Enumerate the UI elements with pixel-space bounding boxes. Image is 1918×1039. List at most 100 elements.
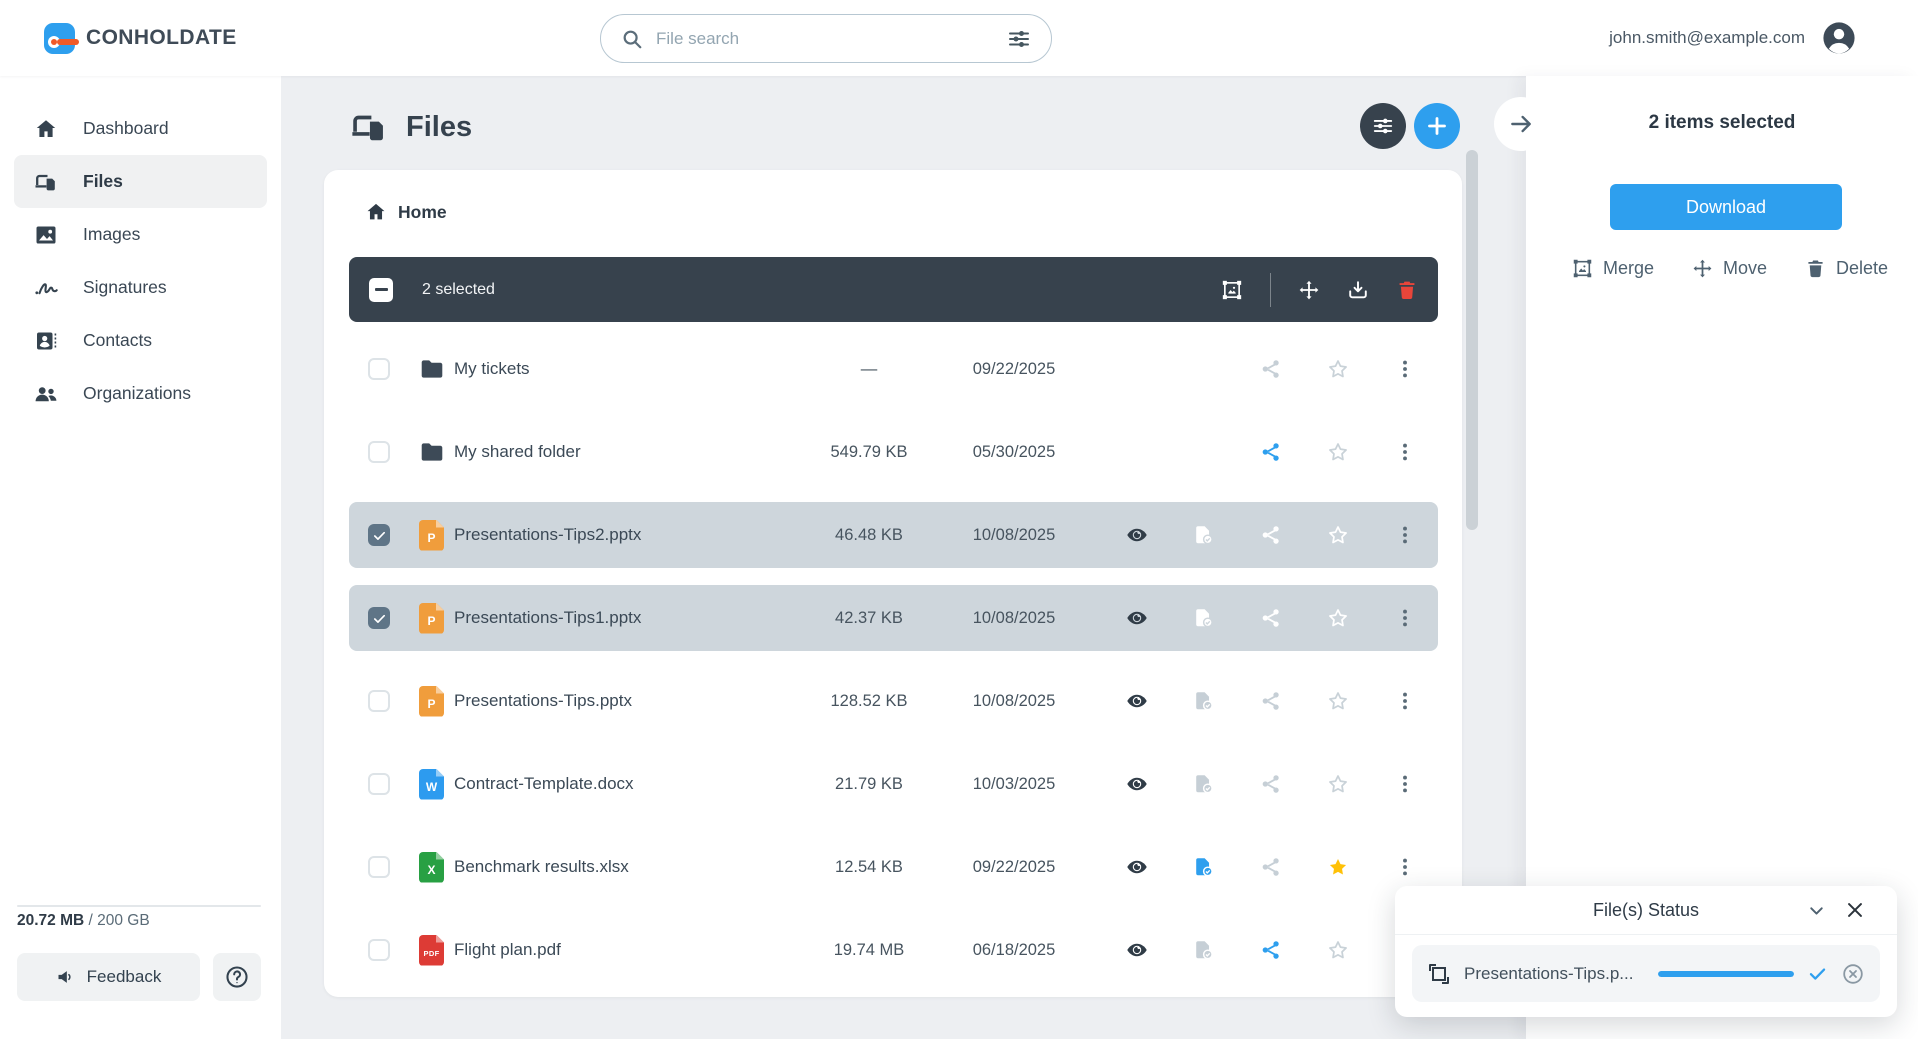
approve-doc-icon[interactable] [1171,690,1238,712]
favorite-star-icon[interactable] [1304,856,1371,878]
sidebar-item-files[interactable]: Files [14,155,267,208]
file-date: 10/08/2025 [972,691,1056,710]
file-row[interactable]: PDF Flight plan.pdf 19.74 MB 06/18/2025 [349,917,1438,983]
chevron-down-icon[interactable] [1806,900,1827,921]
preview-eye-icon[interactable] [1104,939,1171,961]
row-menu-icon[interactable] [1371,856,1438,878]
search-input[interactable] [656,28,994,49]
sidebar-divider [17,905,261,907]
preview-eye-icon[interactable] [1104,524,1171,546]
dismiss-task-icon[interactable] [1841,962,1865,986]
download-icon[interactable] [1347,279,1369,301]
merge-action[interactable]: Merge [1572,258,1654,279]
breadcrumb-home[interactable]: Home [365,201,447,223]
image-icon [34,223,58,247]
row-checkbox[interactable] [368,939,390,961]
complete-check-icon [1807,963,1828,984]
preview-eye-icon[interactable] [1104,607,1171,629]
check-icon [372,528,387,543]
row-menu-icon[interactable] [1371,441,1438,463]
row-checkbox[interactable] [368,856,390,878]
user-avatar[interactable] [1822,21,1856,55]
merge-files-icon[interactable] [1221,279,1243,301]
list-scrollbar[interactable] [1466,150,1478,530]
favorite-star-icon[interactable] [1304,358,1371,380]
feedback-button[interactable]: Feedback [17,953,200,1001]
file-name[interactable]: Presentations-Tips1.pptx [454,608,804,628]
arrow-right-icon [1508,111,1534,137]
sidebar-item-contacts[interactable]: Contacts [14,314,267,367]
search-icon [621,28,643,50]
approve-doc-icon[interactable] [1171,524,1238,546]
share-icon[interactable] [1238,939,1305,961]
share-icon[interactable] [1238,773,1305,795]
favorite-star-icon[interactable] [1304,939,1371,961]
file-name[interactable]: Flight plan.pdf [454,940,804,960]
favorite-star-icon[interactable] [1304,607,1371,629]
file-row[interactable]: P Presentations-Tips1.pptx 42.37 KB 10/08/2… [349,585,1438,651]
help-button[interactable] [213,953,261,1001]
sidebar-item-images[interactable]: Images [14,208,267,261]
folder-icon [409,356,454,382]
preview-eye-icon[interactable] [1104,856,1171,878]
file-name[interactable]: My tickets [454,359,804,379]
close-icon[interactable] [1844,899,1866,921]
panel-collapse-button[interactable] [1494,97,1548,151]
row-checkbox[interactable] [368,524,390,546]
file-row[interactable]: My shared folder 549.79 KB 05/30/2025 [349,419,1438,485]
share-icon[interactable] [1238,856,1305,878]
favorite-star-icon[interactable] [1304,441,1371,463]
file-row[interactable]: P Presentations-Tips.pptx 128.52 KB 10/08/2… [349,668,1438,734]
file-row[interactable]: P Presentations-Tips2.pptx 46.48 KB 10/08/2… [349,502,1438,568]
sidebar-item-signatures[interactable]: Signatures [14,261,267,314]
file-type-letter: P [427,614,436,628]
file-name[interactable]: Presentations-Tips2.pptx [454,525,804,545]
move-icon[interactable] [1298,279,1320,301]
share-icon[interactable] [1238,524,1305,546]
file-size: 19.74 MB [833,940,905,959]
move-action[interactable]: Move [1692,258,1767,279]
row-menu-icon[interactable] [1371,524,1438,546]
favorite-star-icon[interactable] [1304,524,1371,546]
favorite-star-icon[interactable] [1304,690,1371,712]
add-file-button[interactable] [1414,103,1460,149]
file-row[interactable]: W Contract-Template.docx 21.79 KB 10/03/202… [349,751,1438,817]
sidebar-item-organizations[interactable]: Organizations [14,367,267,420]
approve-doc-icon[interactable] [1171,607,1238,629]
sidebar-item-label: Signatures [83,277,167,297]
favorite-star-icon[interactable] [1304,773,1371,795]
approve-doc-icon[interactable] [1171,773,1238,795]
row-menu-icon[interactable] [1371,773,1438,795]
share-icon[interactable] [1238,441,1305,463]
delete-icon[interactable] [1396,279,1418,301]
select-all-checkbox[interactable] [369,277,393,302]
approve-doc-icon[interactable] [1171,939,1238,961]
sidebar-item-dashboard[interactable]: Dashboard [14,102,267,155]
row-checkbox[interactable] [368,607,390,629]
view-settings-button[interactable] [1360,103,1406,149]
download-button[interactable]: Download [1610,184,1842,230]
file-row[interactable]: X Benchmark results.xlsx 12.54 KB 09/22/202… [349,834,1438,900]
delete-action[interactable]: Delete [1805,258,1888,279]
file-date: 10/08/2025 [972,608,1056,627]
row-checkbox[interactable] [368,773,390,795]
row-checkbox[interactable] [368,358,390,380]
share-icon[interactable] [1238,358,1305,380]
row-checkbox[interactable] [368,690,390,712]
file-name[interactable]: Presentations-Tips.pptx [454,691,804,711]
row-checkbox[interactable] [368,441,390,463]
share-icon[interactable] [1238,607,1305,629]
search-filter-icon[interactable] [1007,27,1031,51]
row-menu-icon[interactable] [1371,358,1438,380]
file-name[interactable]: Contract-Template.docx [454,774,804,794]
approve-doc-icon[interactable] [1171,856,1238,878]
move-label: Move [1722,258,1767,278]
preview-eye-icon[interactable] [1104,690,1171,712]
file-name[interactable]: My shared folder [454,442,804,462]
row-menu-icon[interactable] [1371,690,1438,712]
row-menu-icon[interactable] [1371,607,1438,629]
file-name[interactable]: Benchmark results.xlsx [454,857,804,877]
preview-eye-icon[interactable] [1104,773,1171,795]
share-icon[interactable] [1238,690,1305,712]
file-row[interactable]: My tickets — 09/22/2025 [349,336,1438,402]
